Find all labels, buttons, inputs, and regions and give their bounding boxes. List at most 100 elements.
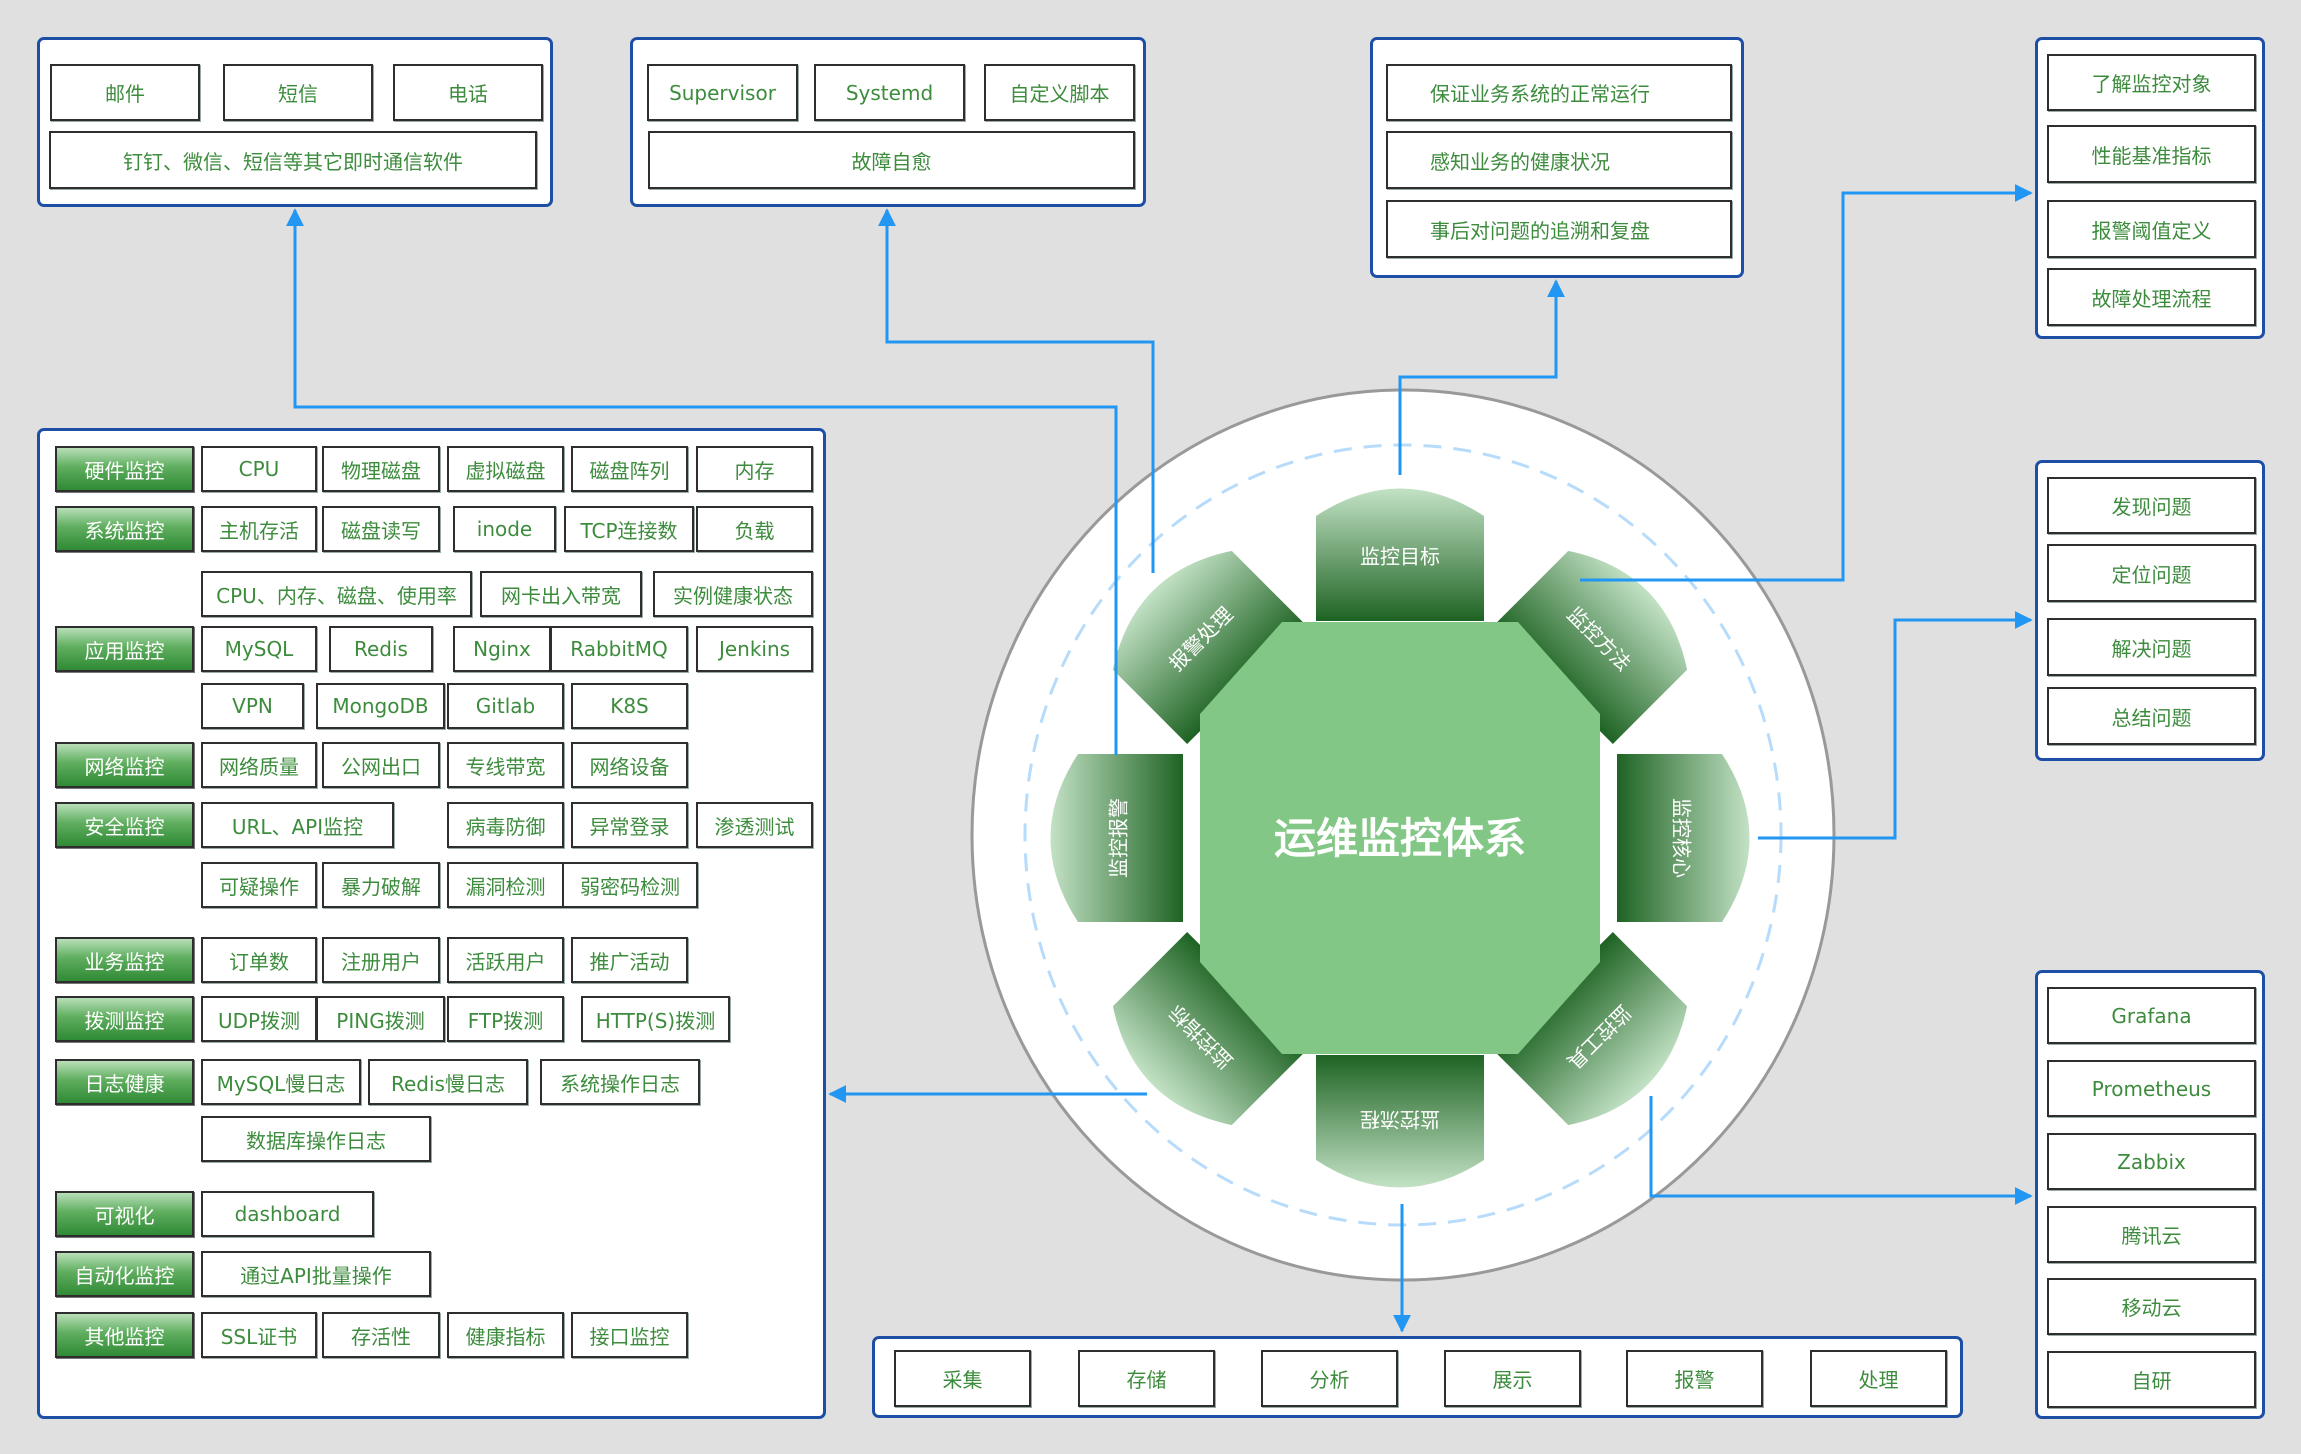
category-log[interactable]: 日志健康 [55, 1059, 194, 1105]
notify-item[interactable]: 邮件 [50, 64, 200, 121]
tool-item[interactable]: Prometheus [2047, 1060, 2256, 1117]
metric-item[interactable]: 公网出口 [322, 742, 440, 788]
metric-item[interactable]: MySQL [201, 626, 317, 672]
center-title: 运维监控体系 [1274, 814, 1526, 863]
metric-item[interactable]: PING拨测 [316, 996, 445, 1042]
segment-monitoring-core-label: 监控核心 [1670, 798, 1694, 878]
metric-item[interactable]: 专线带宽 [447, 742, 564, 788]
self-heal-item[interactable]: 自定义脚本 [984, 64, 1135, 121]
metric-item[interactable]: UDP拨测 [201, 996, 317, 1042]
tool-item[interactable]: Zabbix [2047, 1133, 2256, 1190]
self-heal-item-wide[interactable]: 故障自愈 [648, 131, 1135, 189]
core-item[interactable]: 发现问题 [2047, 477, 2256, 534]
tool-item[interactable]: 自研 [2047, 1351, 2256, 1408]
metric-item[interactable]: 推广活动 [571, 937, 688, 983]
process-item[interactable]: 展示 [1444, 1350, 1581, 1407]
method-item[interactable]: 报警阈值定义 [2047, 200, 2256, 258]
metric-item[interactable]: 存活性 [322, 1312, 440, 1358]
metric-item[interactable]: SSL证书 [201, 1312, 317, 1358]
notify-item[interactable]: 电话 [393, 64, 543, 121]
method-item[interactable]: 性能基准指标 [2047, 125, 2256, 183]
metric-item[interactable]: 渗透测试 [696, 802, 813, 848]
category-visualization[interactable]: 可视化 [55, 1191, 194, 1237]
metric-item[interactable]: 网卡出入带宽 [480, 571, 642, 617]
category-probe[interactable]: 拨测监控 [55, 996, 194, 1042]
process-item[interactable]: 处理 [1810, 1350, 1947, 1407]
metric-item[interactable]: 注册用户 [322, 937, 440, 983]
metric-item[interactable]: 磁盘读写 [322, 506, 440, 552]
category-network[interactable]: 网络监控 [55, 742, 194, 788]
notify-item-wide[interactable]: 钉钉、微信、短信等其它即时通信软件 [49, 131, 537, 189]
category-system[interactable]: 系统监控 [55, 506, 194, 552]
metric-item[interactable]: Nginx [453, 626, 551, 672]
metric-item[interactable]: VPN [201, 683, 304, 729]
metric-item[interactable]: 接口监控 [571, 1312, 688, 1358]
metric-item[interactable]: 磁盘阵列 [571, 446, 688, 492]
tool-item[interactable]: 腾讯云 [2047, 1206, 2256, 1263]
metric-item[interactable]: dashboard [201, 1191, 374, 1237]
segment-monitoring-process[interactable]: 监控流程 [1316, 1055, 1484, 1188]
core-item[interactable]: 总结问题 [2047, 687, 2256, 745]
segment-monitoring-goals[interactable]: 监控目标 [1316, 488, 1484, 622]
metric-item[interactable]: URL、API监控 [201, 802, 394, 848]
self-heal-item[interactable]: Supervisor [647, 64, 798, 121]
metric-item[interactable]: 系统操作日志 [540, 1059, 700, 1105]
metric-item[interactable]: Jenkins [696, 626, 813, 672]
metric-item[interactable]: 病毒防御 [447, 802, 564, 848]
metric-item[interactable]: Redis [329, 626, 433, 672]
metric-item[interactable]: 弱密码检测 [562, 862, 698, 908]
metric-item[interactable]: 订单数 [201, 937, 317, 983]
goal-item[interactable]: 保证业务系统的正常运行 [1386, 64, 1732, 121]
self-heal-item[interactable]: Systemd [814, 64, 965, 121]
metric-item[interactable]: 健康指标 [447, 1312, 564, 1358]
category-automation[interactable]: 自动化监控 [55, 1251, 194, 1297]
metric-item[interactable]: 通过API批量操作 [201, 1251, 431, 1297]
category-security[interactable]: 安全监控 [55, 802, 194, 848]
category-other[interactable]: 其他监控 [55, 1312, 194, 1358]
goal-item[interactable]: 事后对问题的追溯和复盘 [1386, 200, 1732, 258]
tool-item[interactable]: Grafana [2047, 987, 2256, 1044]
category-application[interactable]: 应用监控 [55, 626, 194, 672]
metric-item[interactable]: TCP连接数 [564, 506, 694, 552]
method-item[interactable]: 故障处理流程 [2047, 268, 2256, 326]
metric-item[interactable]: 暴力破解 [322, 862, 440, 908]
metric-item[interactable]: 数据库操作日志 [201, 1116, 431, 1162]
metric-item[interactable]: 活跃用户 [447, 937, 564, 983]
process-item[interactable]: 分析 [1261, 1350, 1398, 1407]
metric-item[interactable]: 漏洞检测 [447, 862, 564, 908]
metric-item[interactable]: Gitlab [447, 683, 564, 729]
method-item[interactable]: 了解监控对象 [2047, 54, 2256, 111]
segment-monitoring-alarm[interactable]: 监控报警 [1050, 754, 1184, 922]
metric-item[interactable]: 主机存活 [201, 506, 317, 552]
category-hardware[interactable]: 硬件监控 [55, 446, 194, 492]
goal-item[interactable]: 感知业务的健康状况 [1386, 131, 1732, 189]
metric-item[interactable]: CPU [201, 446, 317, 492]
metric-item[interactable]: 实例健康状态 [653, 571, 813, 617]
core-item[interactable]: 定位问题 [2047, 544, 2256, 602]
metric-item[interactable]: 网络设备 [571, 742, 688, 788]
metric-item[interactable]: FTP拨测 [447, 996, 564, 1042]
metric-item[interactable]: HTTP(S)拨测 [581, 996, 730, 1042]
metric-item[interactable]: MongoDB [316, 683, 445, 729]
metric-item[interactable]: inode [453, 506, 556, 552]
metric-item[interactable]: K8S [571, 683, 688, 729]
metric-item[interactable]: 内存 [696, 446, 813, 492]
tool-item[interactable]: 移动云 [2047, 1278, 2256, 1335]
metric-item[interactable]: CPU、内存、磁盘、使用率 [201, 571, 472, 617]
metric-item[interactable]: MySQL慢日志 [201, 1059, 361, 1105]
category-business[interactable]: 业务监控 [55, 937, 194, 983]
metric-item[interactable]: 可疑操作 [201, 862, 317, 908]
metric-item[interactable]: 网络质量 [201, 742, 317, 788]
metric-item[interactable]: RabbitMQ [550, 626, 688, 672]
core-item[interactable]: 解决问题 [2047, 618, 2256, 676]
metric-item[interactable]: 物理磁盘 [322, 446, 440, 492]
notify-item[interactable]: 短信 [223, 64, 373, 121]
metric-item[interactable]: Redis慢日志 [368, 1059, 528, 1105]
metric-item[interactable]: 负载 [696, 506, 813, 552]
process-item[interactable]: 存储 [1078, 1350, 1215, 1407]
segment-monitoring-core[interactable]: 监控核心 [1617, 754, 1750, 922]
process-item[interactable]: 采集 [894, 1350, 1031, 1407]
metric-item[interactable]: 虚拟磁盘 [447, 446, 564, 492]
process-item[interactable]: 报警 [1626, 1350, 1763, 1407]
metric-item[interactable]: 异常登录 [571, 802, 688, 848]
